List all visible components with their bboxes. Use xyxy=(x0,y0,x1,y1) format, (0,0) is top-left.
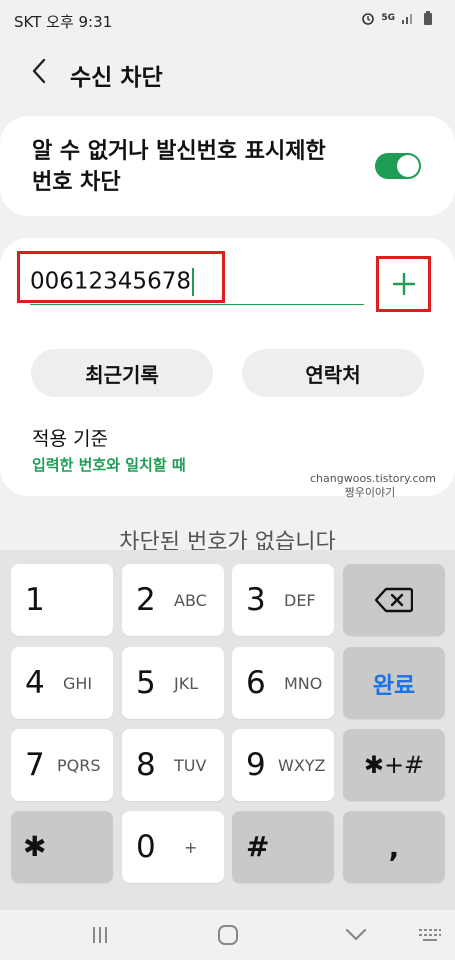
key-7[interactable]: 7 PQRS xyxy=(11,729,113,801)
key-2[interactable]: 2 ABC xyxy=(122,564,224,636)
hash-key[interactable]: # xyxy=(232,811,334,883)
watermark-name: 짱우이야기 xyxy=(344,486,396,499)
plus-icon xyxy=(392,272,415,296)
keyboard-icon xyxy=(419,929,441,941)
back-button[interactable] xyxy=(24,56,54,86)
backspace-key[interactable] xyxy=(343,564,445,636)
home-icon xyxy=(218,925,238,945)
status-bar: SKT 오후 9:31 5G xyxy=(0,0,455,40)
battery-icon xyxy=(421,10,435,25)
key-digit: 6 xyxy=(246,665,266,701)
done-label: 완료 xyxy=(372,673,416,699)
signal-icon xyxy=(401,11,415,25)
watermark: changwoos.tistory.com 짱우이야기 xyxy=(310,472,436,500)
key-digit: 0 xyxy=(136,829,156,865)
key-digit: 7 xyxy=(25,747,45,783)
key-digit: 9 xyxy=(246,747,266,783)
comma-label: , xyxy=(388,830,400,864)
key-digit: 1 xyxy=(25,582,45,618)
key-digit: 3 xyxy=(246,582,266,618)
alarm-icon xyxy=(361,11,375,25)
key-letters: TUV xyxy=(174,756,207,775)
comma-key[interactable]: , xyxy=(343,811,445,883)
keyboard-switch-button[interactable] xyxy=(410,920,450,950)
clock: 오후 9:31 xyxy=(46,13,113,31)
hash-label: # xyxy=(246,830,270,863)
network-type-label: 5G xyxy=(381,13,395,23)
key-5[interactable]: 5 JKL xyxy=(122,647,224,719)
done-key[interactable]: 완료 xyxy=(343,647,445,719)
symbols-key[interactable]: ✱+# xyxy=(343,729,445,801)
star-label: ✱ xyxy=(23,830,47,863)
carrier-label: SKT xyxy=(14,13,42,31)
key-digit: 4 xyxy=(25,665,45,701)
chevron-left-icon xyxy=(32,58,46,84)
key-8[interactable]: 8 TUV xyxy=(122,729,224,801)
key-4[interactable]: 4 GHI xyxy=(11,647,113,719)
key-digit: 2 xyxy=(136,582,156,618)
contacts-button[interactable]: 연락처 xyxy=(242,349,424,397)
navigation-bar xyxy=(0,910,455,960)
block-unknown-label: 알 수 없거나 발신번호 표시제한 번호 차단 xyxy=(32,139,326,195)
chevron-down-icon xyxy=(345,928,367,941)
highlight-box-number xyxy=(17,251,225,303)
app-bar: 수신 차단 xyxy=(0,44,455,100)
key-letters: JKL xyxy=(174,674,199,693)
backspace-icon-wrap xyxy=(343,564,445,636)
backspace-icon xyxy=(375,587,413,613)
key-digit: 8 xyxy=(136,747,156,783)
key-1[interactable]: 1 xyxy=(11,564,113,636)
status-carrier-time: SKT 오후 9:31 xyxy=(14,11,112,32)
recent-logs-button[interactable]: 최근기록 xyxy=(31,349,213,397)
home-button[interactable] xyxy=(208,920,248,950)
status-icons: 5G xyxy=(361,10,435,25)
key-letters: + xyxy=(184,838,198,857)
recent-apps-button[interactable] xyxy=(80,920,120,950)
key-letters: DEF xyxy=(284,591,316,610)
key-letters: GHI xyxy=(63,674,93,693)
apply-rule-value[interactable]: 입력한 번호와 일치할 때 xyxy=(32,454,186,475)
block-unknown-toggle[interactable] xyxy=(375,153,421,179)
key-letters: ABC xyxy=(174,591,207,610)
key-0[interactable]: 0 + xyxy=(122,811,224,883)
key-9[interactable]: 9 WXYZ xyxy=(232,729,334,801)
toggle-knob xyxy=(397,155,419,177)
star-key[interactable]: ✱ xyxy=(11,811,113,883)
page-title: 수신 차단 xyxy=(70,65,163,91)
add-number-button[interactable] xyxy=(376,256,431,312)
key-letters: PQRS xyxy=(57,756,101,775)
hide-keyboard-button[interactable] xyxy=(336,920,376,950)
watermark-url: changwoos.tistory.com xyxy=(310,472,436,485)
dial-keypad: 1 2 ABC 3 DEF 4 GHI 5 JKL 6 MNO 완료 7 PQR… xyxy=(0,550,455,910)
key-letters: WXYZ xyxy=(278,756,326,775)
key-6[interactable]: 6 MNO xyxy=(232,647,334,719)
key-digit: 5 xyxy=(136,665,156,701)
symbols-label: ✱+# xyxy=(363,751,425,779)
key-letters: MNO xyxy=(284,674,323,693)
key-3[interactable]: 3 DEF xyxy=(232,564,334,636)
recent-apps-icon xyxy=(93,927,107,943)
apply-rule-label[interactable]: 적용 기준 xyxy=(32,424,108,451)
